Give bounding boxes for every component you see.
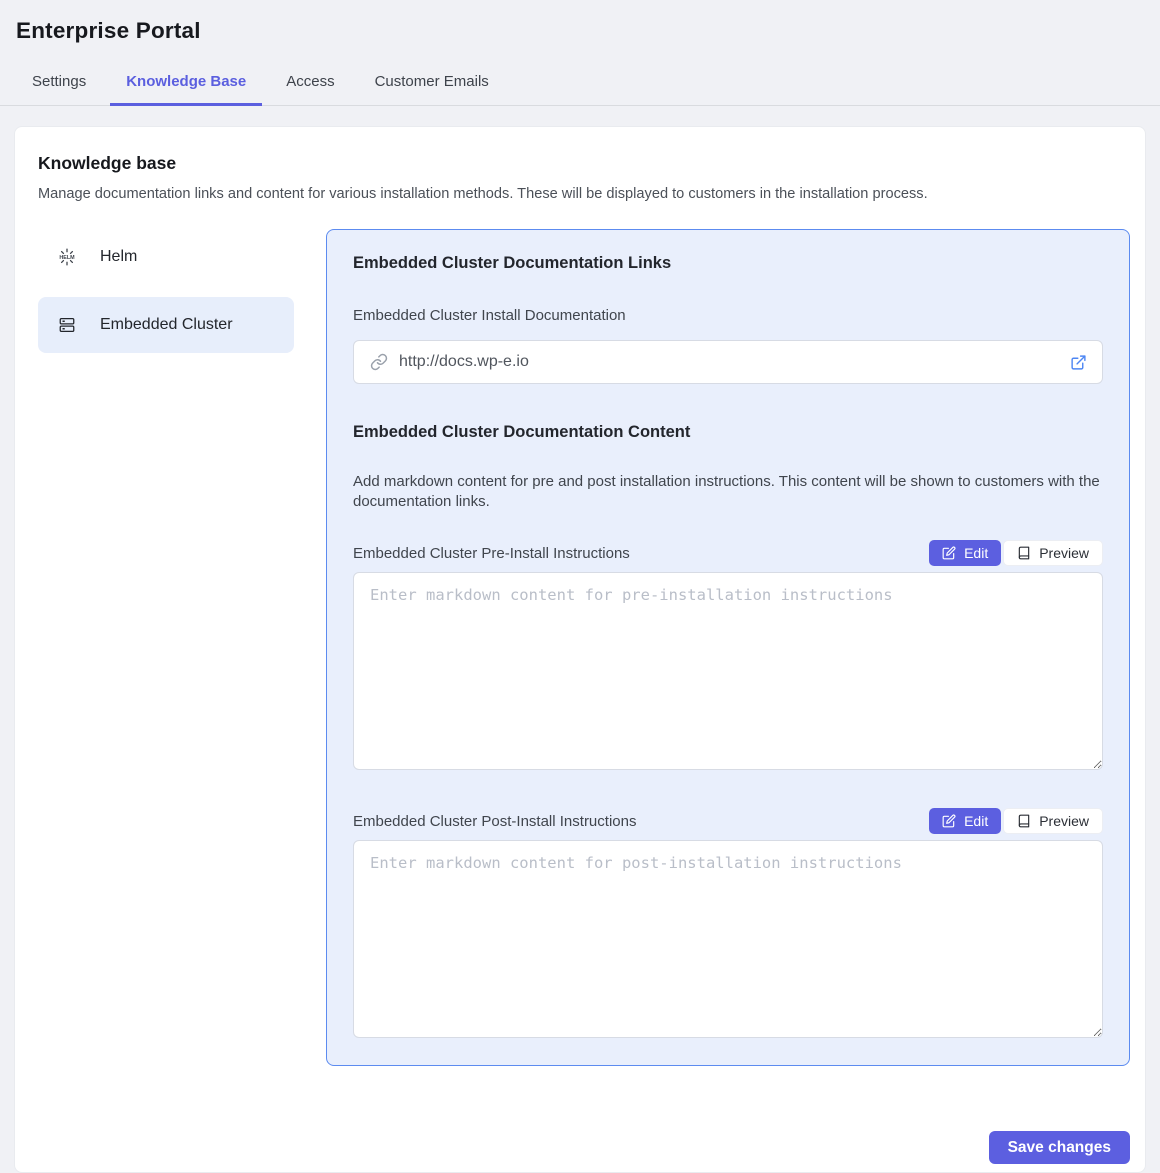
preview-button-label: Preview [1039,813,1089,829]
tab-bar: Settings Knowledge Base Access Customer … [0,61,1160,106]
pre-install-editor-header: Embedded Cluster Pre-Install Instruction… [353,540,1103,566]
save-row: Save changes [38,1131,1130,1164]
edit-button-label: Edit [964,545,988,561]
card-title: Knowledge base [38,153,1130,174]
edit-button[interactable]: Edit [929,540,1001,566]
content-row: HELM Helm Embedded Cluster E [38,229,1130,1066]
install-doc-label: Embedded Cluster Install Documentation [353,307,1103,324]
pre-install-textarea[interactable] [353,572,1103,770]
tab-customer-emails[interactable]: Customer Emails [359,61,505,106]
links-section-title: Embedded Cluster Documentation Links [353,254,1103,273]
svg-text:HELM: HELM [59,255,75,261]
edit-icon [942,546,956,560]
save-changes-button[interactable]: Save changes [989,1131,1130,1164]
edit-button[interactable]: Edit [929,808,1001,834]
install-method-nav: HELM Helm Embedded Cluster [38,229,294,353]
helm-icon: HELM [58,248,76,266]
post-install-editor-header: Embedded Cluster Post-Install Instructio… [353,808,1103,834]
pre-install-label: Embedded Cluster Pre-Install Instruction… [353,545,630,562]
edit-button-label: Edit [964,813,988,829]
nav-item-embedded-cluster[interactable]: Embedded Cluster [38,297,294,353]
preview-button-label: Preview [1039,545,1089,561]
install-doc-url-input[interactable] [399,353,1059,371]
knowledge-base-card: Knowledge base Manage documentation link… [14,126,1146,1173]
book-icon [1017,546,1031,560]
content-section-title: Embedded Cluster Documentation Content [353,423,1103,442]
pre-install-mode-toggle: Edit Preview [929,540,1103,566]
nav-item-helm[interactable]: HELM Helm [38,229,294,285]
post-install-mode-toggle: Edit Preview [929,808,1103,834]
install-doc-input-wrap [353,340,1103,384]
content-section-description: Add markdown content for pre and post in… [353,472,1103,512]
book-icon [1017,814,1031,828]
preview-button[interactable]: Preview [1003,540,1103,566]
preview-button[interactable]: Preview [1003,808,1103,834]
edit-icon [942,814,956,828]
post-install-label: Embedded Cluster Post-Install Instructio… [353,813,636,830]
nav-item-label: Embedded Cluster [100,316,233,334]
server-stack-icon [58,316,76,334]
embedded-cluster-panel: Embedded Cluster Documentation Links Emb… [326,229,1130,1066]
external-link-icon[interactable] [1070,354,1087,371]
post-install-textarea[interactable] [353,840,1103,1038]
link-icon [370,353,388,371]
tab-settings[interactable]: Settings [16,61,102,106]
nav-item-label: Helm [100,248,137,266]
page-title: Enterprise Portal [16,18,1144,44]
tab-knowledge-base[interactable]: Knowledge Base [110,61,262,106]
page-header: Enterprise Portal [0,0,1160,44]
card-description: Manage documentation links and content f… [38,186,1130,202]
tab-access[interactable]: Access [270,61,350,106]
